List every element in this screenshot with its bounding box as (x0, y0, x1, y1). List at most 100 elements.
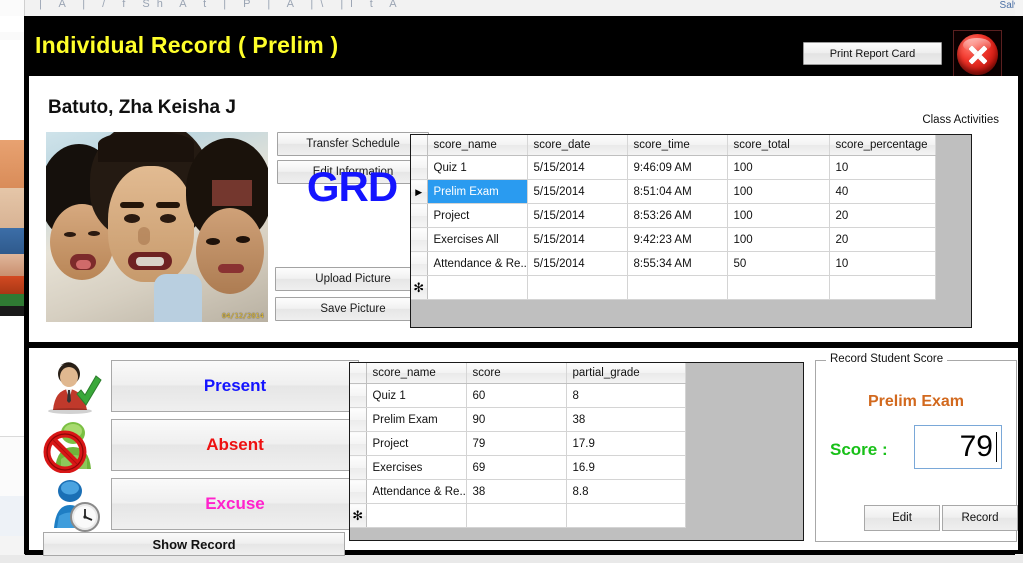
table-cell[interactable]: 17.9 (566, 431, 686, 456)
table-cell[interactable]: 100 (727, 155, 830, 180)
excuse-button[interactable]: Excuse (111, 478, 359, 530)
table-cell[interactable]: Quiz 1 (427, 155, 528, 180)
edit-score-button[interactable]: Edit (864, 505, 940, 531)
table-row[interactable]: ▶ Prelim Exam 5/15/2014 8:51:04 AM 100 40 (411, 179, 936, 204)
table-cell[interactable]: 20 (829, 203, 936, 228)
student-scores-grid[interactable]: score_name score partial_grade Quiz 1 60 8… (349, 362, 804, 541)
table-row[interactable]: Exercises 69 16.9 (350, 455, 686, 480)
table-cell[interactable]: 8.8 (566, 479, 686, 504)
table-cell[interactable] (466, 503, 567, 528)
table-cell[interactable]: 60 (466, 383, 567, 408)
column-header[interactable]: score_date (527, 135, 628, 156)
table-cell[interactable]: 40 (829, 179, 936, 204)
table-cell[interactable]: Exercises (366, 455, 467, 480)
table-cell[interactable]: 8 (566, 383, 686, 408)
table-row[interactable]: Project 79 17.9 (350, 431, 686, 456)
table-cell[interactable]: Attendance & Re... (366, 479, 467, 504)
column-header[interactable]: score_total (727, 135, 830, 156)
row-selector-cell[interactable] (350, 479, 367, 504)
column-header[interactable]: score_name (427, 135, 528, 156)
table-cell[interactable]: Prelim Exam (427, 179, 528, 204)
table-cell[interactable]: 9:42:23 AM (627, 227, 728, 252)
table-cell[interactable]: 5/15/2014 (527, 155, 628, 180)
table-cell[interactable]: 16.9 (566, 455, 686, 480)
table-cell[interactable]: 9:46:09 AM (627, 155, 728, 180)
row-selector-cell[interactable] (350, 383, 367, 408)
table-cell[interactable]: 5/15/2014 (527, 227, 628, 252)
table-cell[interactable] (727, 275, 830, 300)
table-cell[interactable]: 100 (727, 203, 830, 228)
class-activities-grid[interactable]: score_name score_date score_time score_t… (410, 134, 972, 328)
table-cell[interactable]: Prelim Exam (366, 407, 467, 432)
table-cell[interactable]: 8:53:26 AM (627, 203, 728, 228)
table-cell[interactable]: Project (427, 203, 528, 228)
table-cell[interactable] (566, 503, 686, 528)
table-cell[interactable]: Attendance & Re... (427, 251, 528, 276)
record-score-button[interactable]: Record (942, 505, 1018, 531)
table-cell[interactable]: 5/15/2014 (527, 203, 628, 228)
column-header[interactable]: score_time (627, 135, 728, 156)
score-input[interactable]: 79 (914, 425, 1002, 469)
table-cell[interactable] (527, 275, 628, 300)
row-selector-cell[interactable] (411, 203, 428, 228)
transfer-schedule-button[interactable]: Transfer Schedule (277, 132, 429, 156)
row-selector-cell[interactable] (411, 155, 428, 180)
table-cell[interactable]: Project (366, 431, 467, 456)
absent-button[interactable]: Absent (111, 419, 359, 471)
selected-exam-name: Prelim Exam (867, 393, 965, 410)
new-row-marker[interactable]: ✻ (411, 275, 428, 300)
table-cell[interactable]: 10 (829, 251, 936, 276)
present-button[interactable]: Present (111, 360, 359, 412)
table-cell[interactable]: 8:51:04 AM (627, 179, 728, 204)
table-cell[interactable]: 100 (727, 227, 830, 252)
text-caret (996, 432, 997, 462)
table-cell[interactable]: 5/15/2014 (527, 251, 628, 276)
table-row[interactable]: Attendance & Re... 38 8.8 (350, 479, 686, 504)
column-header[interactable]: score_percentage (829, 135, 936, 156)
table-row[interactable]: Quiz 1 5/15/2014 9:46:09 AM 100 10 (411, 155, 936, 180)
row-selector-cell[interactable]: ▶ (411, 179, 428, 204)
new-record-row[interactable]: ✻ (411, 275, 936, 300)
table-cell[interactable]: Exercises All (427, 227, 528, 252)
save-picture-button[interactable]: Save Picture (275, 297, 431, 321)
table-cell[interactable]: 10 (829, 155, 936, 180)
new-row-marker[interactable]: ✻ (350, 503, 367, 528)
table-cell[interactable] (427, 275, 528, 300)
row-selector-cell[interactable] (350, 455, 367, 480)
table-cell[interactable]: 90 (466, 407, 567, 432)
table-cell[interactable] (829, 275, 936, 300)
row-selector-cell[interactable] (411, 227, 428, 252)
column-header[interactable]: score_name (366, 363, 467, 384)
upload-picture-button[interactable]: Upload Picture (275, 267, 431, 291)
table-cell[interactable]: 8:55:34 AM (627, 251, 728, 276)
show-record-button[interactable]: Show Record (43, 532, 345, 556)
individual-record-window: Individual Record ( Prelim ) Print Repor… (24, 16, 1023, 556)
background-left-sliver (0, 0, 25, 563)
row-selector-cell[interactable] (350, 431, 367, 456)
close-button[interactable] (953, 30, 1002, 79)
column-header[interactable]: partial_grade (566, 363, 686, 384)
print-report-card-button[interactable]: Print Report Card (803, 42, 942, 65)
table-row[interactable]: Project 5/15/2014 8:53:26 AM 100 20 (411, 203, 936, 228)
table-cell[interactable]: 50 (727, 251, 830, 276)
table-row[interactable]: Prelim Exam 90 38 (350, 407, 686, 432)
column-header[interactable]: score (466, 363, 567, 384)
table-row[interactable]: Exercises All 5/15/2014 9:42:23 AM 100 20 (411, 227, 936, 252)
table-row[interactable]: Attendance & Re... 5/15/2014 8:55:34 AM 50 1… (411, 251, 936, 276)
background-toolbar-ghost-text: g | A | / f Sh A t | P | A |\ |l t A (16, 0, 404, 10)
table-cell[interactable]: 100 (727, 179, 830, 204)
table-row[interactable]: Quiz 1 60 8 (350, 383, 686, 408)
new-record-row[interactable]: ✻ (350, 503, 686, 528)
table-cell[interactable] (366, 503, 467, 528)
table-cell[interactable]: Quiz 1 (366, 383, 467, 408)
table-cell[interactable]: 38 (566, 407, 686, 432)
table-cell[interactable]: 5/15/2014 (527, 179, 628, 204)
table-cell[interactable]: 38 (466, 479, 567, 504)
row-selector-cell[interactable] (350, 407, 367, 432)
table-cell[interactable]: 79 (466, 431, 567, 456)
window-titlebar: Individual Record ( Prelim ) Print Repor… (24, 16, 1023, 79)
table-cell[interactable]: 20 (829, 227, 936, 252)
table-cell[interactable] (627, 275, 728, 300)
table-cell[interactable]: 69 (466, 455, 567, 480)
row-selector-cell[interactable] (411, 251, 428, 276)
